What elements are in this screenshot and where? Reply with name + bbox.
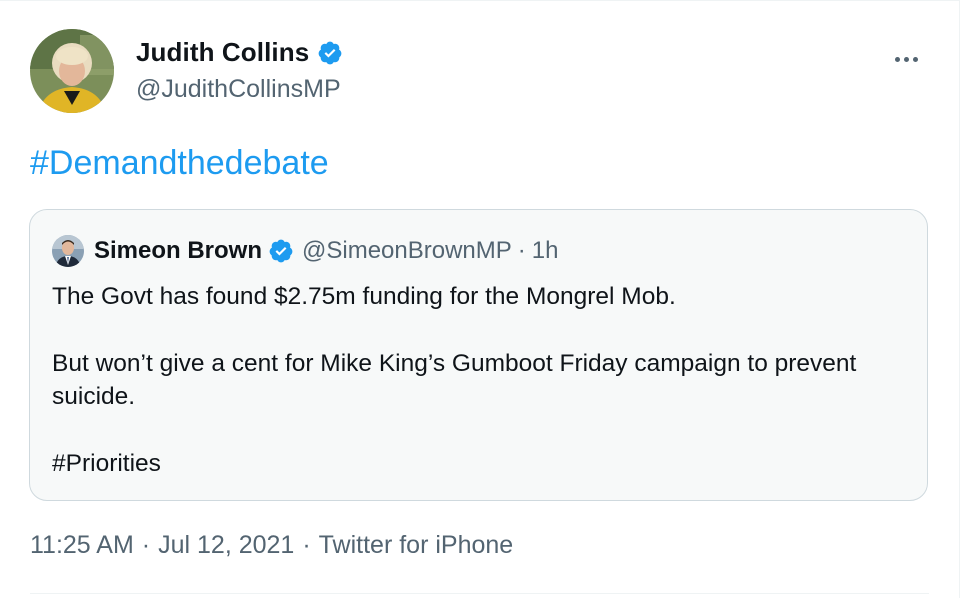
more-dot [912,56,918,62]
more-dot [894,56,900,62]
verified-badge-icon [318,41,342,64]
quoted-tweet-body: The Govt has found $2.75m funding for th… [52,280,912,480]
quoted-author-name: Simeon Brown [94,237,263,264]
tweet-header: Judith Collins @JudithCollinsMP [30,29,930,113]
author-name-row: Judith Collins [136,37,343,68]
quoted-author-avatar [52,235,84,267]
quoted-tweet-header: Simeon Brown @SimeonBrownMP · 1h [52,234,558,268]
tweet-time[interactable]: 11:25 AM [30,531,134,560]
tweet-card: Judith Collins @JudithCollinsMP #Demandt… [0,0,960,598]
more-dot [903,56,909,62]
more-options-icon[interactable] [886,39,926,79]
verified-badge-icon [269,239,293,263]
author-handle[interactable]: @JudithCollinsMP [136,75,341,104]
quoted-text-line: But won’t give a cent for Mike King’s Gu… [52,350,857,410]
tweet-metadata: 11:25 AM · Jul 12, 2021 · Twitter for iP… [30,531,513,560]
quoted-author-avatar-image [52,235,84,267]
tweet-date[interactable]: Jul 12, 2021 [158,531,294,560]
meta-separator: · [141,531,151,559]
quoted-hashtag: #Priorities [52,450,161,477]
quoted-text-line: The Govt has found $2.75m funding for th… [52,283,676,310]
tweet-source-link[interactable]: Twitter for iPhone [319,531,514,560]
author-avatar-image [30,29,114,113]
quoted-timestamp: 1h [531,237,559,264]
author-avatar[interactable] [30,29,114,113]
tweet-hashtag-link[interactable]: #Demandthedebate [30,144,329,183]
quoted-separator: · [517,237,526,264]
quoted-author-handle: @SimeonBrownMP [302,237,512,264]
meta-separator: · [302,531,311,559]
quoted-tweet[interactable]: Simeon Brown @SimeonBrownMP · 1h The Gov… [29,209,928,501]
divider [30,593,929,594]
author-name[interactable]: Judith Collins [136,37,309,68]
